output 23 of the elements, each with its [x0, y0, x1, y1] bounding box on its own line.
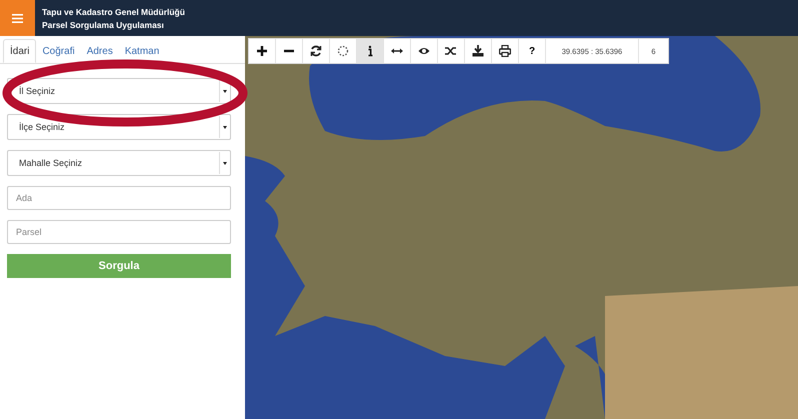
dropdown-value: İlçe Seçiniz: [18, 122, 65, 132]
tab[interactable]: İdari: [3, 39, 36, 63]
dropdown[interactable]: Mahalle Seçiniz: [7, 150, 231, 176]
dropdown-value: Mahalle Seçiniz: [18, 158, 82, 168]
menu-icon: [12, 14, 23, 22]
download-icon: [472, 45, 484, 57]
toolbar-button[interactable]: [357, 39, 384, 63]
app-subtitle: Parsel Sorgulama Uygulaması: [42, 20, 165, 30]
zoom-in-icon: [256, 45, 268, 57]
tab[interactable]: Coğrafi: [36, 39, 81, 63]
dropdown-value: İl Seçiniz: [18, 86, 56, 96]
refresh-icon: [310, 45, 322, 57]
tab[interactable]: Adres: [80, 39, 119, 63]
dropdown[interactable]: İl Seçiniz: [7, 78, 231, 104]
tab[interactable]: Katman: [118, 39, 166, 63]
input-field[interactable]: Ada: [7, 186, 231, 210]
app-title: Tapu ve Kadastro Genel Müdürlüğü: [42, 6, 185, 16]
dotted-circle-icon: [337, 45, 349, 57]
eye-icon: [418, 45, 430, 57]
shuffle-icon: [445, 45, 457, 57]
menu-button[interactable]: [0, 0, 35, 36]
print-icon: [499, 45, 511, 57]
input-field[interactable]: Parsel: [7, 220, 231, 244]
